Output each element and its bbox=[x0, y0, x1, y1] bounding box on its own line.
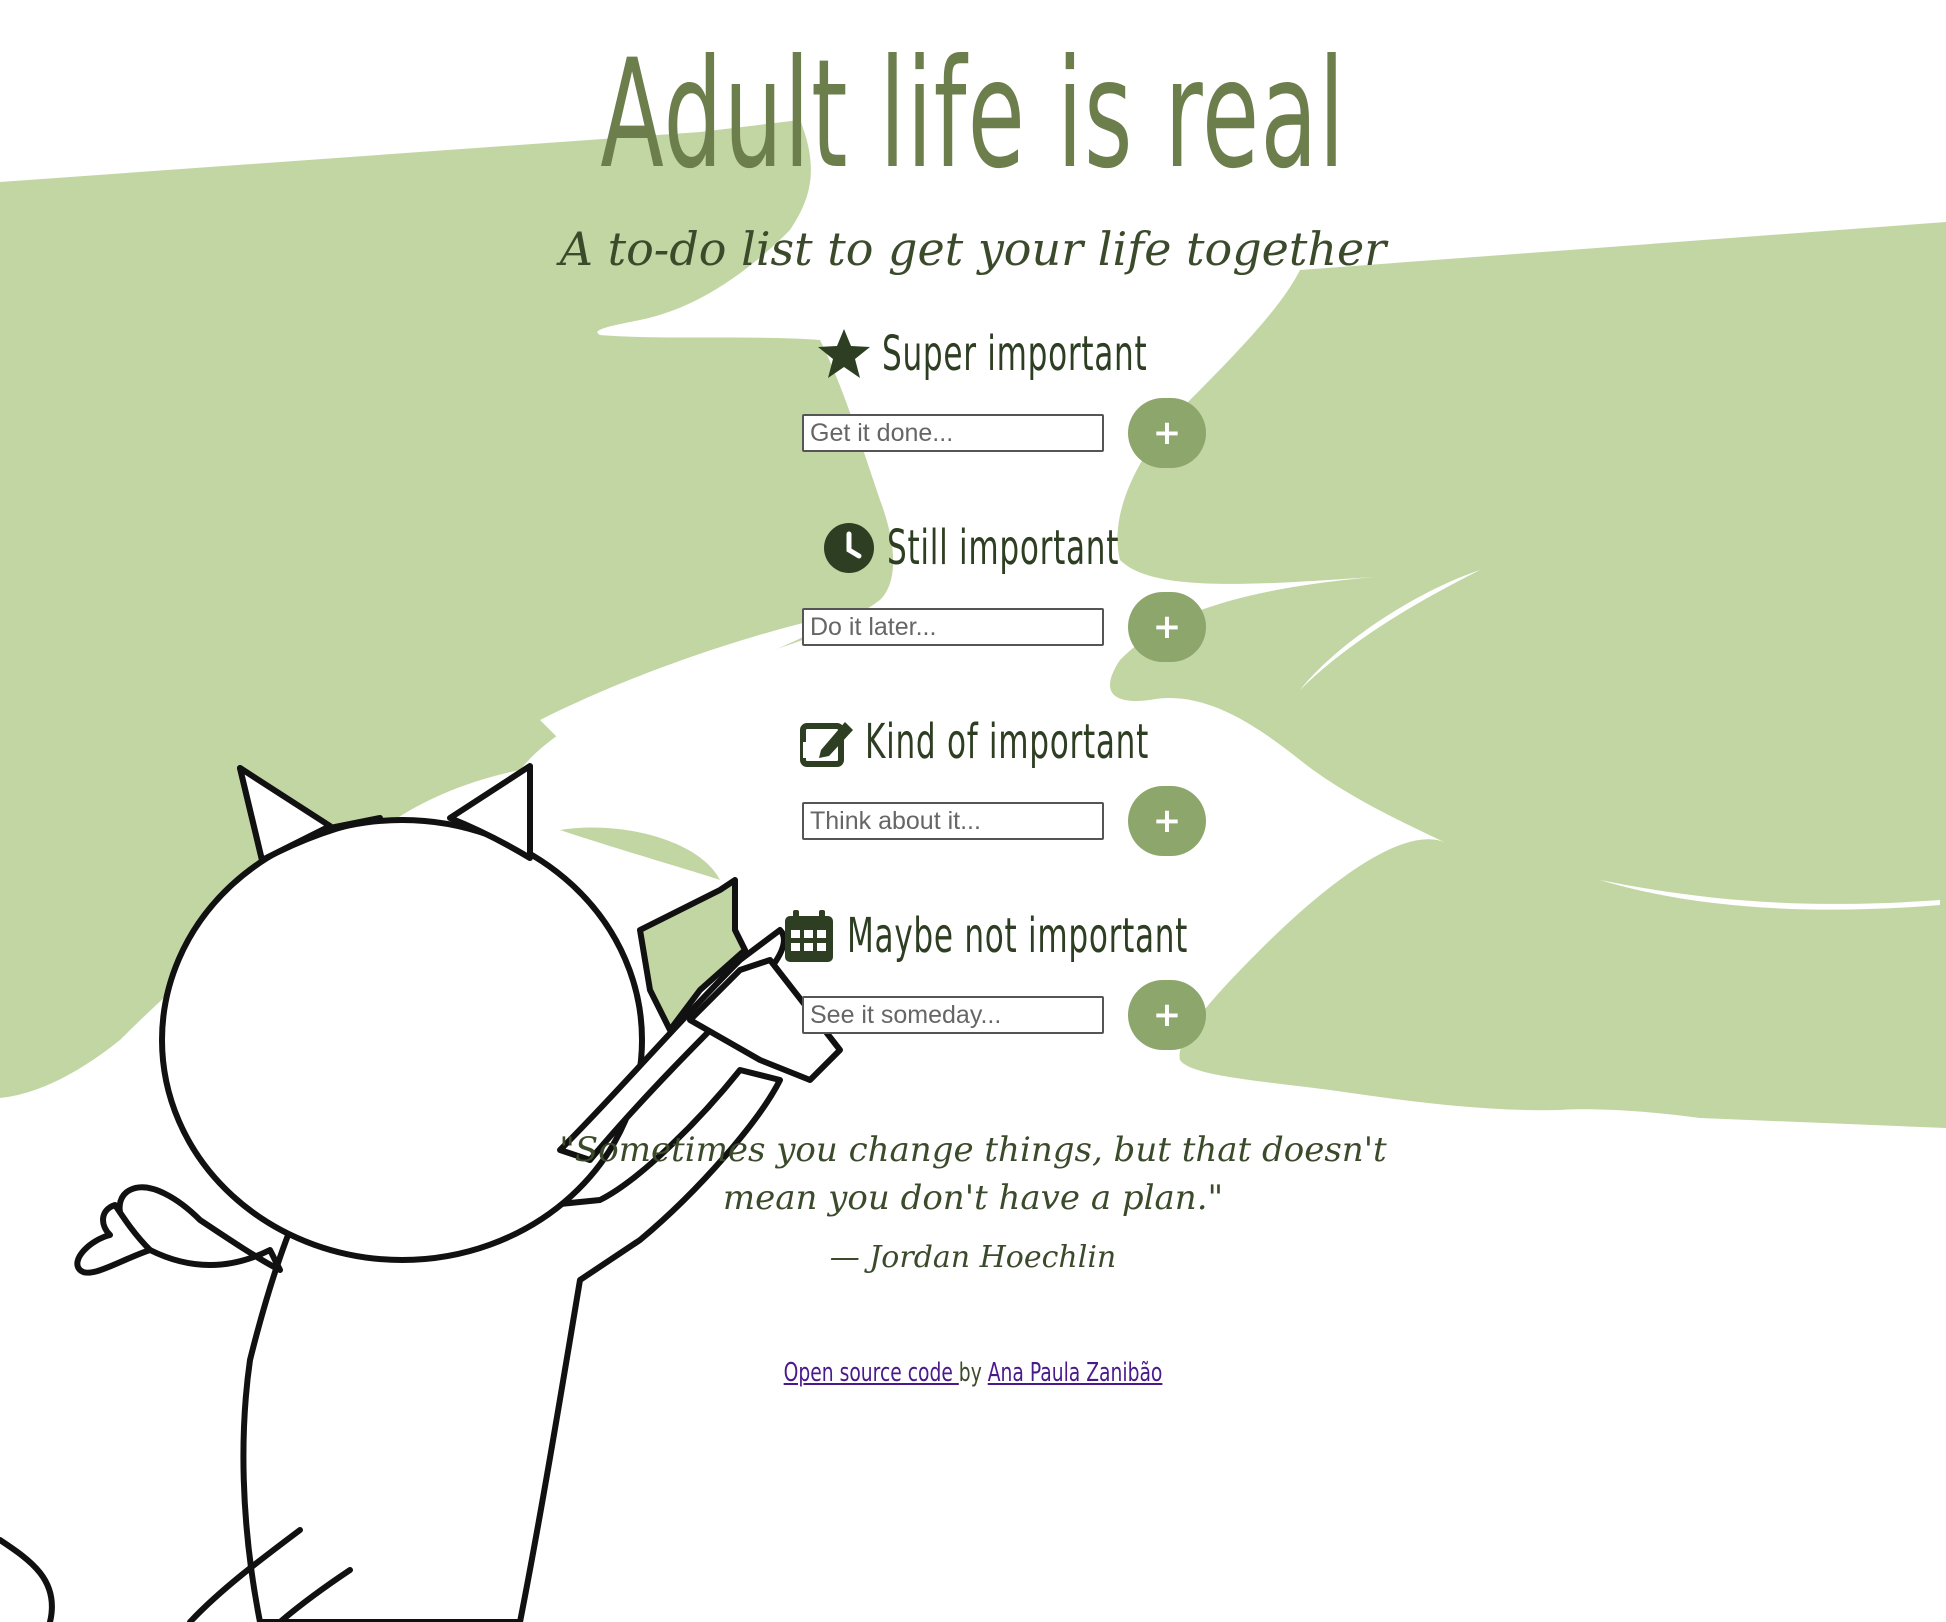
section-heading: Still important bbox=[0, 516, 1946, 580]
add-still-important-button[interactable]: + bbox=[1128, 592, 1206, 662]
section-heading: Kind of important bbox=[0, 710, 1946, 774]
input-row: + bbox=[802, 980, 1222, 1052]
footer-by-text: by bbox=[958, 1358, 982, 1388]
clock-icon bbox=[824, 523, 874, 573]
section-label: Super important bbox=[882, 326, 1148, 382]
add-super-important-button[interactable]: + bbox=[1128, 398, 1206, 468]
still-important-input[interactable] bbox=[802, 608, 1104, 646]
page-content: Adult life is real A to-do list to get y… bbox=[0, 0, 1946, 1622]
source-code-link[interactable]: Open source code bbox=[784, 1358, 959, 1388]
add-kind-of-important-button[interactable]: + bbox=[1128, 786, 1206, 856]
section-label: Kind of important bbox=[865, 714, 1150, 770]
edit-icon bbox=[800, 722, 853, 767]
section-kind-of-important: Kind of important + bbox=[0, 710, 1946, 856]
input-row: + bbox=[802, 398, 1222, 470]
quote: "Sometimes you change things, but that d… bbox=[0, 1126, 1946, 1222]
calendar-icon bbox=[785, 910, 833, 962]
section-super-important: Super important + bbox=[0, 322, 1946, 468]
footer: Open source code by Ana Paula Zanibão bbox=[0, 1358, 1946, 1388]
section-label: Maybe not important bbox=[847, 908, 1189, 964]
star-icon bbox=[818, 329, 870, 378]
section-heading: Super important bbox=[0, 322, 1946, 386]
author-link[interactable]: Ana Paula Zanibão bbox=[988, 1358, 1163, 1388]
quote-line-1: "Sometimes you change things, but that d… bbox=[559, 1130, 1387, 1170]
maybe-not-important-input[interactable] bbox=[802, 996, 1104, 1034]
input-row: + bbox=[802, 786, 1222, 858]
quote-author: — Jordan Hoechlin bbox=[829, 1240, 1117, 1275]
add-maybe-not-important-button[interactable]: + bbox=[1128, 980, 1206, 1050]
section-maybe-not-important: Maybe not important + bbox=[0, 904, 1946, 1050]
input-row: + bbox=[802, 592, 1222, 664]
kind-of-important-input[interactable] bbox=[802, 802, 1104, 840]
section-heading: Maybe not important bbox=[0, 904, 1946, 968]
quote-line-2: mean you don't have a plan." bbox=[722, 1178, 1224, 1218]
section-still-important: Still important + bbox=[0, 516, 1946, 662]
section-label: Still important bbox=[887, 520, 1120, 576]
page-subtitle: A to-do list to get your life together bbox=[559, 222, 1387, 276]
page-title: Adult life is real bbox=[600, 28, 1346, 202]
super-important-input[interactable] bbox=[802, 414, 1104, 452]
